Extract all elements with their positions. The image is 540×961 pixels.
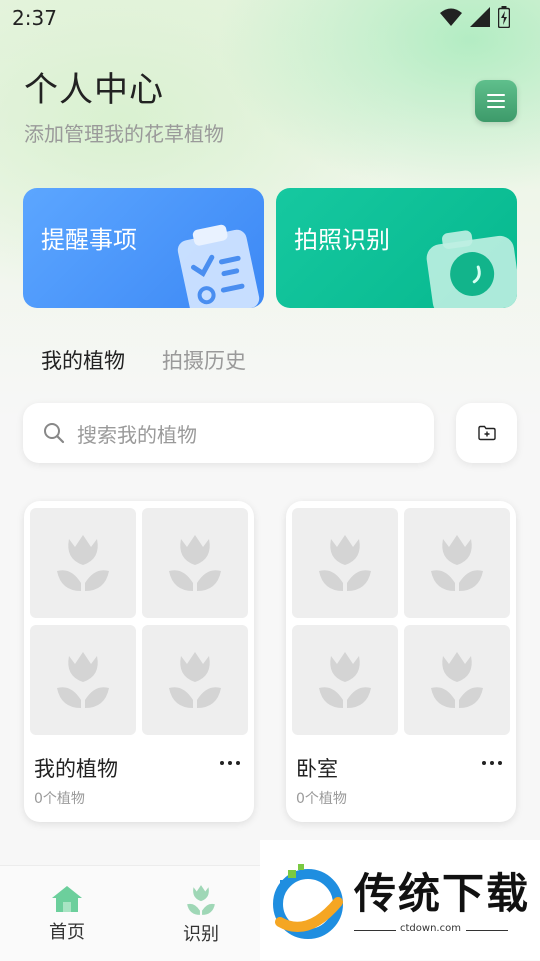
nav-identify-label: 识别 [183, 924, 219, 945]
plant-placeholder [142, 508, 248, 618]
home-icon [52, 886, 82, 912]
photo-card-label: 拍照识别 [294, 226, 390, 254]
search-input[interactable]: 搜索我的植物 [23, 403, 434, 463]
tab-my-plants[interactable]: 我的植物 [41, 345, 125, 375]
plant-placeholder [30, 508, 136, 618]
plant-placeholder [292, 625, 398, 735]
watermark: 传统下载 ctdown.com [260, 840, 540, 960]
nav-home[interactable]: 首页 [32, 884, 102, 944]
reminder-card[interactable]: 提醒事项 [23, 188, 264, 308]
tulip-placeholder-icon [431, 652, 483, 708]
page-title: 个人中心 [24, 70, 164, 110]
plant-placeholder [404, 625, 510, 735]
album-thumbnails [292, 508, 510, 736]
album-thumbnails [30, 508, 248, 736]
nav-identify[interactable]: 识别 [166, 884, 236, 946]
add-folder-icon [477, 425, 496, 441]
plant-placeholder [30, 625, 136, 735]
status-time: 2:37 [12, 6, 57, 30]
tulip-placeholder-icon [57, 652, 109, 708]
status-bar: 2:37 [0, 0, 540, 36]
tab-bar: 我的植物 拍摄历史 [41, 345, 246, 375]
album-name: 卧室 [296, 757, 338, 781]
watermark-divider [354, 930, 396, 931]
plant-placeholder [142, 625, 248, 735]
photo-identify-card[interactable]: 拍照识别 [276, 188, 517, 308]
tulip-placeholder-icon [169, 652, 221, 708]
tulip-placeholder-icon [319, 652, 371, 708]
tab-photo-history[interactable]: 拍摄历史 [162, 345, 246, 375]
album-card[interactable]: 我的植物 0个植物 [24, 501, 254, 822]
more-options-icon[interactable] [216, 753, 244, 773]
search-placeholder: 搜索我的植物 [77, 422, 197, 447]
tulip-placeholder-icon [431, 535, 483, 591]
plant-placeholder [292, 508, 398, 618]
signal-icon [470, 7, 490, 27]
camera-icon [426, 230, 517, 308]
plant-placeholder [404, 508, 510, 618]
menu-button[interactable] [475, 80, 517, 122]
battery-icon [498, 6, 510, 28]
hamburger-icon [487, 94, 505, 108]
add-folder-button[interactable] [456, 403, 517, 463]
album-card[interactable]: 卧室 0个植物 [286, 501, 516, 822]
tulip-placeholder-icon [57, 535, 109, 591]
album-count: 0个植物 [296, 791, 347, 807]
watermark-title: 传统下载 [354, 869, 531, 918]
search-icon [43, 422, 65, 444]
nav-home-label: 首页 [49, 922, 85, 943]
plant-icon [187, 885, 215, 915]
watermark-logo [273, 864, 343, 939]
page-subtitle: 添加管理我的花草植物 [24, 122, 224, 146]
album-name: 我的植物 [34, 757, 118, 781]
watermark-divider [466, 930, 508, 931]
tulip-placeholder-icon [169, 535, 221, 591]
watermark-url: ctdown.com [400, 923, 461, 934]
wifi-icon [440, 8, 462, 26]
tulip-placeholder-icon [319, 535, 371, 591]
album-count: 0个植物 [34, 791, 85, 807]
reminder-card-label: 提醒事项 [41, 226, 137, 254]
clipboard-icon [177, 224, 260, 308]
status-icons [440, 6, 510, 28]
more-options-icon[interactable] [478, 753, 506, 773]
